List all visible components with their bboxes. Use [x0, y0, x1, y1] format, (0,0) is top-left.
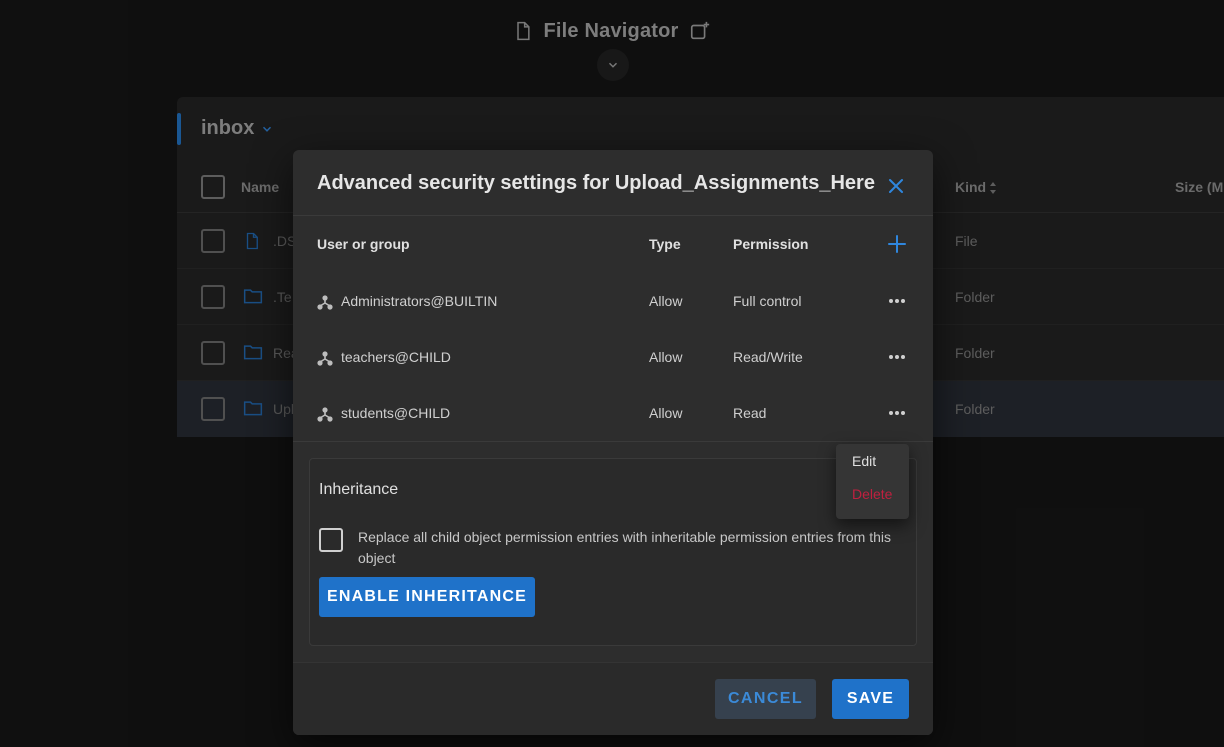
entry-user: students@CHILD [341, 405, 451, 421]
column-permission: Permission [733, 236, 809, 252]
divider [293, 215, 933, 216]
entry-user: Administrators@BUILTIN [341, 293, 498, 309]
group-icon [317, 350, 333, 371]
security-settings-dialog: Advanced security settings for Upload_As… [293, 150, 933, 735]
entry-more-button[interactable] [885, 401, 909, 425]
entry-permission: Read/Write [733, 349, 803, 365]
replace-child-permissions-label: Replace all child object permission entr… [358, 529, 892, 566]
dialog-title: Advanced security settings for Upload_As… [317, 172, 875, 194]
entry-type: Allow [649, 405, 683, 421]
save-button[interactable]: SAVE [832, 679, 909, 719]
more-horizontal-icon [889, 299, 905, 303]
cancel-button[interactable]: CANCEL [715, 679, 816, 719]
permission-row: students@CHILD Allow Read [293, 385, 933, 441]
entry-context-menu: Edit Delete [836, 444, 909, 519]
add-entry-button[interactable] [885, 232, 909, 256]
column-user-or-group: User or group [317, 236, 410, 252]
permission-row: Administrators@BUILTIN Allow Full contro… [293, 273, 933, 329]
entry-permission: Full control [733, 293, 802, 309]
group-icon [317, 406, 333, 427]
group-icon [317, 294, 333, 315]
replace-child-permissions-checkbox[interactable] [319, 528, 343, 552]
plus-icon [888, 235, 906, 253]
divider [293, 441, 933, 442]
column-type: Type [649, 236, 681, 252]
dialog-footer: CANCEL SAVE [293, 662, 933, 735]
close-icon [889, 179, 903, 193]
entry-more-button[interactable] [885, 345, 909, 369]
more-horizontal-icon [889, 411, 905, 415]
entry-more-button[interactable] [885, 289, 909, 313]
entry-user: teachers@CHILD [341, 349, 451, 365]
inheritance-section: Inheritance Replace all child object per… [309, 458, 917, 646]
inheritance-title: Inheritance [319, 481, 399, 498]
menu-item-delete[interactable]: Delete [852, 486, 892, 502]
close-button[interactable] [883, 173, 909, 199]
menu-item-edit[interactable]: Edit [852, 453, 876, 469]
enable-inheritance-button[interactable]: ENABLE INHERITANCE [319, 577, 535, 617]
more-horizontal-icon [889, 355, 905, 359]
entry-permission: Read [733, 405, 767, 421]
permission-row: teachers@CHILD Allow Read/Write [293, 329, 933, 385]
entry-type: Allow [649, 349, 683, 365]
entry-type: Allow [649, 293, 683, 309]
